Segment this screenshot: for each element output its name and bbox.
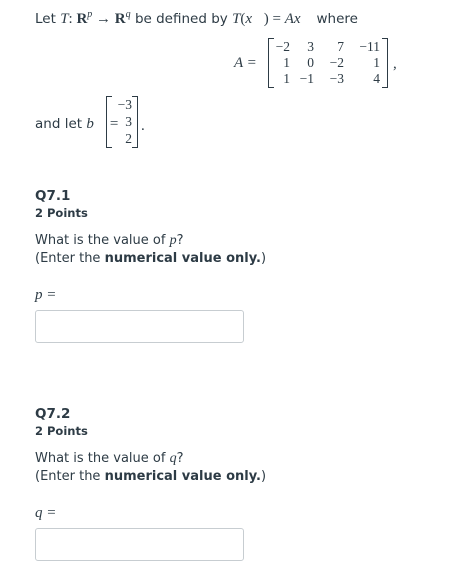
map-name: T — [60, 11, 69, 27]
matrix-a-right-bracket — [382, 38, 388, 88]
vector-b-period: . — [141, 118, 145, 134]
matrix-a-cell: 7 — [337, 39, 344, 54]
vector-b-entry: 2 — [125, 131, 132, 146]
vector-b-entry: −3 — [117, 97, 132, 112]
instruction-suffix: ) — [260, 251, 267, 266]
instruction-bold: numerical value only. — [104, 469, 261, 484]
instruction-prefix: (Enter the — [35, 251, 105, 266]
matrix-a: −2 3 7 −11 1 0 −2 1 1 −1 −3 4 — [268, 38, 388, 88]
instruction-bold: numerical value only. — [104, 251, 261, 266]
vector-b-right-bracket — [132, 96, 138, 148]
question-title: Q7.1 — [35, 188, 71, 204]
formula-T: T — [232, 11, 241, 27]
question-prompt: What is the value of q? — [35, 450, 183, 468]
vector-b-name: b⃗ — [86, 116, 106, 132]
map-formula: T(x⃗) = Ax⃗ — [232, 11, 313, 27]
question-prompt-text: What is the value of — [35, 451, 170, 466]
vector-b-intro-text: and let — [35, 116, 83, 132]
matrix-a-cell: 4 — [373, 71, 380, 86]
matrix-a-comma: , — [393, 56, 397, 72]
answer-label-p: p = — [35, 287, 57, 303]
question-prompt-text: What is the value of — [35, 233, 170, 248]
matrix-a-cell: −11 — [359, 39, 380, 54]
question-prompt-var: q — [169, 451, 177, 466]
question-prompt-end: ? — [176, 233, 184, 248]
problem-intro: Let T: Rp → Rq be defined by T(x⃗) = Ax⃗… — [35, 6, 358, 28]
map-definition: T: Rp → Rq — [60, 9, 131, 27]
matrix-a-cell: 1 — [283, 55, 290, 70]
question-instruction: (Enter the numerical value only.) — [35, 250, 266, 268]
formula-eq: = — [272, 11, 281, 27]
intro-middle: be defined by — [134, 11, 228, 27]
answer-label-q: q = — [35, 505, 57, 521]
intro-suffix: where — [316, 11, 358, 27]
answer-input-p[interactable] — [35, 310, 244, 343]
codomain-space: R — [114, 11, 126, 27]
formula-x: x⃗ — [245, 11, 264, 27]
instruction-suffix: ) — [260, 469, 267, 484]
matrix-a-cell: −1 — [299, 71, 314, 86]
instruction-prefix: (Enter the — [35, 469, 105, 484]
map-arrow: → — [96, 11, 112, 27]
question-prompt-var: p — [169, 233, 177, 248]
domain-dim: p — [87, 9, 93, 20]
question-title: Q7.2 — [35, 406, 71, 422]
domain-space: R — [76, 11, 88, 27]
matrix-a-cell: −2 — [329, 55, 344, 70]
question-instruction: (Enter the numerical value only.) — [35, 468, 266, 486]
question-prompt: What is the value of p? — [35, 232, 183, 250]
question-prompt-end: ? — [176, 451, 184, 466]
matrix-a-cell: −3 — [329, 71, 344, 86]
matrix-a-cell: 0 — [307, 55, 314, 70]
question-points: 2 Points — [35, 424, 88, 438]
matrix-a-cell: 1 — [283, 71, 290, 86]
formula-x2: x⃗ — [293, 11, 313, 27]
codomain-dim: q — [125, 9, 131, 20]
vector-b: −3 3 2 — [106, 96, 138, 148]
matrix-a-cell: −2 — [275, 39, 290, 54]
matrix-a-cell: 1 — [373, 55, 380, 70]
intro-prefix: Let — [35, 11, 56, 27]
vector-b-entry: 3 — [125, 114, 132, 129]
formula-A: A — [284, 11, 294, 27]
map-colon: : — [68, 11, 73, 27]
matrix-a-label: A = — [234, 55, 257, 71]
question-points: 2 Points — [35, 206, 88, 220]
matrix-a-cell: 3 — [307, 39, 314, 54]
